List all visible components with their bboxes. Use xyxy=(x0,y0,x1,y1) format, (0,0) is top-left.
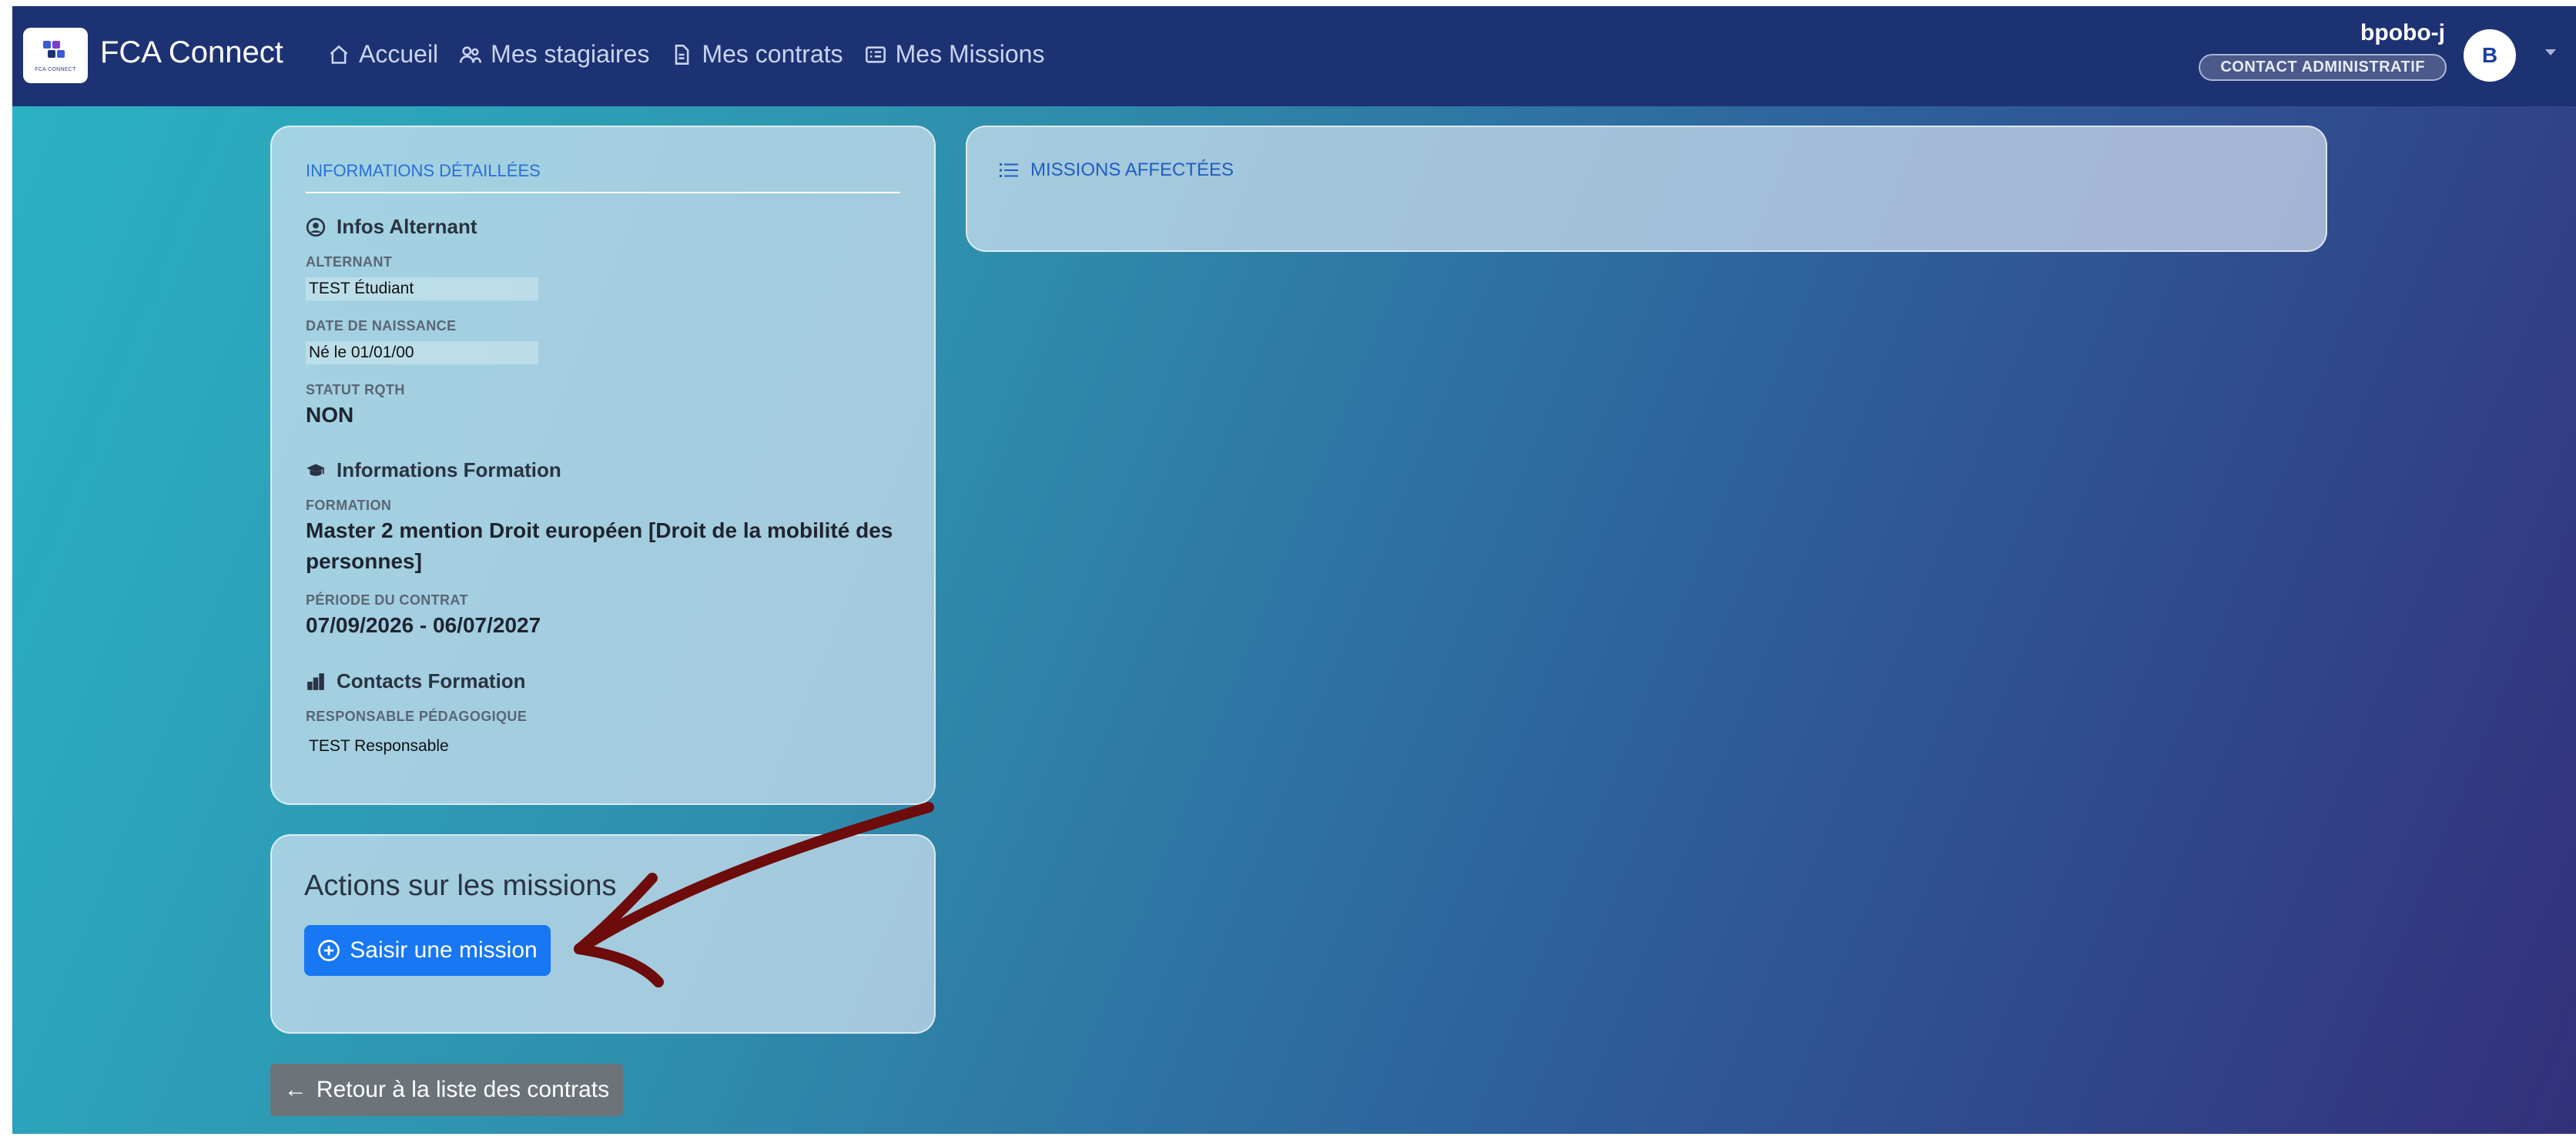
responsable-label: RESPONSABLE PÉDAGOGIQUE xyxy=(306,709,528,724)
nav-mes-stagiaires-label: Mes stagiaires xyxy=(491,40,650,68)
role-badge: CONTACT ADMINISTRATIF xyxy=(2199,54,2447,81)
add-mission-button[interactable]: Saisir une mission xyxy=(304,925,551,976)
alternant-group-title: Infos Alternant xyxy=(306,215,477,239)
back-to-contracts-label: Retour à la liste des contrats xyxy=(316,1077,610,1102)
chevron-down-icon[interactable] xyxy=(2545,49,2556,55)
top-navbar: FCA CONNECT FCA Connect Accueil Mes stag… xyxy=(12,6,2576,106)
formation-group-title: Informations Formation xyxy=(306,458,561,482)
nav-mes-contrats[interactable]: Mes contrats xyxy=(671,40,843,69)
logo-icon xyxy=(43,40,65,58)
alternant-name: TEST Étudiant xyxy=(306,277,538,300)
contacts-group-title: Contacts Formation xyxy=(306,669,526,693)
missions-card: MISSIONS AFFECTÉES xyxy=(966,126,2327,252)
screenshot-border-bottom xyxy=(0,1134,2576,1140)
document-icon xyxy=(675,44,689,65)
alternant-title: Infos Alternant xyxy=(337,215,477,238)
list-card-icon xyxy=(865,45,886,63)
birthdate-value: Né le 01/01/00 xyxy=(306,341,538,364)
rqth-label: STATUT RQTH xyxy=(306,382,405,397)
user-name: bpobo-j xyxy=(2360,20,2445,45)
nav-accueil-label: Accueil xyxy=(359,40,439,68)
nav-mes-stagiaires[interactable]: Mes stagiaires xyxy=(460,40,649,69)
nav-mes-contrats-label: Mes contrats xyxy=(702,40,843,68)
main-nav: Accueil Mes stagiaires Mes contrats Mes … xyxy=(328,40,1044,69)
users-icon xyxy=(460,45,482,63)
nav-accueil[interactable]: Accueil xyxy=(328,40,438,69)
details-header: INFORMATIONS DÉTAILLÉES xyxy=(306,161,900,193)
birthdate-label: DATE DE NAISSANCE xyxy=(306,318,457,334)
formation-value-line1: Master 2 mention Droit européen [Droit d… xyxy=(306,518,893,542)
details-card: INFORMATIONS DÉTAILLÉES Infos Alternant … xyxy=(270,126,936,805)
back-to-contracts-button[interactable]: ← Retour à la liste des contrats xyxy=(270,1064,623,1116)
formation-value-line2: personnes] xyxy=(306,549,422,573)
responsable-value: TEST Responsable xyxy=(309,737,449,755)
contacts-title: Contacts Formation xyxy=(337,669,526,692)
graduation-cap-icon xyxy=(307,463,325,476)
formation-label: FORMATION xyxy=(306,498,392,513)
missions-header: MISSIONS AFFECTÉES xyxy=(1000,159,1234,181)
nav-mes-missions[interactable]: Mes Missions xyxy=(865,40,1045,69)
user-circle-icon xyxy=(306,217,326,236)
user-avatar[interactable]: B xyxy=(2464,29,2516,82)
add-mission-label: Saisir une mission xyxy=(350,937,538,963)
app-logo[interactable]: FCA CONNECT xyxy=(23,28,88,83)
building-icon xyxy=(307,672,324,690)
rqth-value: NON xyxy=(306,403,354,427)
screenshot-border-top xyxy=(0,0,2576,6)
formation-title: Informations Formation xyxy=(337,458,561,481)
app-brand[interactable]: FCA Connect xyxy=(100,35,283,70)
missions-header-label: MISSIONS AFFECTÉES xyxy=(1030,159,1234,180)
arrow-left-icon: ← xyxy=(283,1077,307,1102)
alternant-label: ALTERNANT xyxy=(306,254,393,270)
screenshot-border-left xyxy=(0,0,12,1140)
actions-card: Actions sur les missions Saisir une miss… xyxy=(270,834,936,1034)
period-value: 07/09/2026 - 06/07/2027 xyxy=(306,613,541,637)
list-icon xyxy=(1000,163,1018,177)
nav-mes-missions-label: Mes Missions xyxy=(895,40,1045,68)
logo-caption: FCA CONNECT xyxy=(35,66,76,72)
actions-title: Actions sur les missions xyxy=(304,870,617,902)
plus-circle-icon xyxy=(318,940,340,961)
home-icon xyxy=(330,45,348,64)
period-label: PÉRIODE DU CONTRAT xyxy=(306,592,468,608)
